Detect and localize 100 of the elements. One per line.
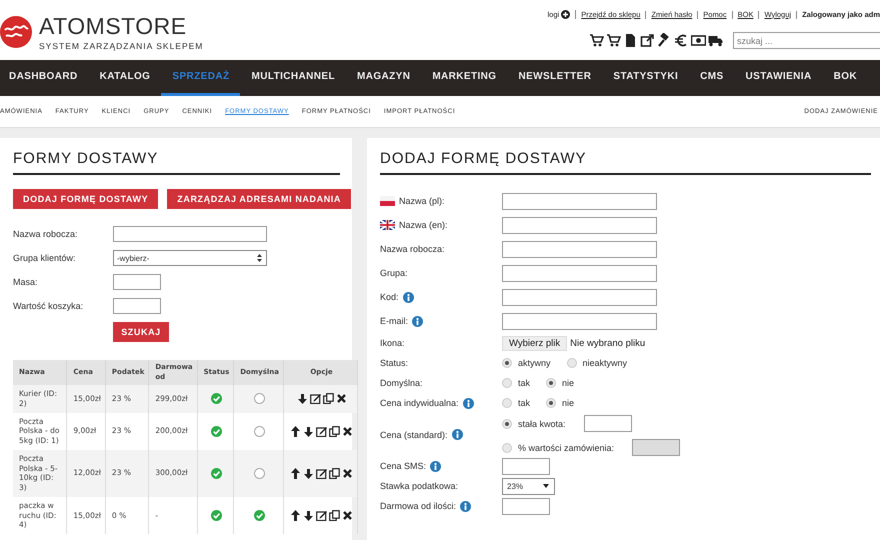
field-label: Nazwa robocza: bbox=[13, 229, 79, 239]
edit-icon[interactable] bbox=[310, 393, 320, 404]
poland-flag-icon bbox=[380, 196, 395, 206]
nav-tab[interactable]: KATALOG bbox=[88, 60, 162, 96]
radio-button[interactable] bbox=[502, 378, 512, 388]
option-label: nie bbox=[562, 398, 574, 408]
field-label: Darmowa od ilości: bbox=[380, 501, 456, 511]
field-label: Cena indywidualna: bbox=[380, 398, 459, 408]
cart-icon[interactable] bbox=[606, 33, 621, 48]
caret-down-icon bbox=[543, 484, 549, 488]
banknote-icon[interactable] bbox=[691, 33, 706, 48]
text-field[interactable] bbox=[502, 288, 657, 306]
union-flag-icon bbox=[380, 220, 395, 230]
copy-icon[interactable] bbox=[322, 393, 334, 404]
text-field[interactable] bbox=[502, 458, 550, 474]
panel-title: DODAJ FORMĘ DOSTAWY bbox=[380, 150, 871, 175]
document-icon[interactable] bbox=[623, 33, 638, 48]
delete-icon[interactable] bbox=[342, 426, 353, 437]
radio-button[interactable] bbox=[502, 358, 512, 368]
field-label: Ikona: bbox=[380, 338, 405, 348]
delete-icon[interactable] bbox=[336, 393, 346, 404]
action-button[interactable]: ZARZĄDZAJ ADRESAMI NADANIA bbox=[167, 189, 352, 209]
file-status: Nie wybrano pliku bbox=[570, 338, 646, 348]
field-label: Nazwa (en): bbox=[399, 220, 448, 230]
text-field[interactable] bbox=[502, 216, 657, 234]
default-radio-icon[interactable] bbox=[254, 426, 266, 437]
radio-button[interactable] bbox=[546, 378, 556, 388]
field-label: Cena SMS: bbox=[380, 461, 426, 471]
euro-icon[interactable] bbox=[674, 33, 689, 48]
arrow-up-icon[interactable] bbox=[290, 468, 301, 479]
radio-button[interactable] bbox=[502, 418, 512, 428]
nav-tab[interactable]: DASHBOARD bbox=[0, 60, 89, 96]
delete-icon[interactable] bbox=[342, 468, 353, 479]
copy-icon[interactable] bbox=[329, 510, 340, 521]
arrow-down-icon[interactable] bbox=[303, 510, 314, 521]
copy-icon[interactable] bbox=[329, 468, 340, 479]
file-button[interactable]: Wybierz plik bbox=[502, 336, 568, 350]
field-label: Masa: bbox=[13, 277, 39, 287]
arrow-up-icon[interactable] bbox=[290, 510, 301, 521]
search-button[interactable]: SZUKAJ bbox=[113, 322, 169, 342]
default-radio-icon[interactable] bbox=[254, 468, 266, 479]
nav-tab[interactable]: USTAWIENIA bbox=[734, 60, 823, 96]
nav-tab[interactable]: MAGAZYN bbox=[346, 60, 422, 96]
text-field[interactable] bbox=[502, 264, 657, 282]
brand-tagline: SYSTEM ZARZĄDZANIA SKLEPEM bbox=[39, 40, 204, 50]
select-field[interactable]: 23% bbox=[502, 478, 555, 494]
sort-caret-icon bbox=[257, 254, 262, 262]
nav-tab[interactable]: NEWSLETTER bbox=[507, 60, 602, 96]
action-button[interactable]: DODAJ FORMĘ DOSTAWY bbox=[13, 189, 158, 209]
field-label: E-mail: bbox=[380, 316, 408, 326]
radio-button[interactable] bbox=[502, 398, 512, 408]
option-label: nieaktywny bbox=[582, 358, 628, 368]
truck-icon[interactable] bbox=[708, 33, 723, 48]
select-field[interactable]: -wybierz- bbox=[113, 250, 267, 266]
brand-name: ATOMSTORE bbox=[39, 14, 188, 38]
arrow-up-icon[interactable] bbox=[290, 426, 301, 437]
option-label: tak bbox=[518, 398, 530, 408]
text-field[interactable] bbox=[113, 298, 161, 314]
nav-tab[interactable]: MULTICHANNEL bbox=[240, 60, 346, 96]
search-field[interactable]: szukaj ... bbox=[733, 32, 880, 49]
text-field[interactable] bbox=[502, 192, 657, 210]
default-radio-icon[interactable] bbox=[254, 393, 266, 404]
edit-icon[interactable] bbox=[316, 468, 327, 479]
nav-tab[interactable]: BOK bbox=[822, 60, 868, 96]
plus-circle-icon[interactable] bbox=[561, 10, 570, 19]
nav-tab[interactable]: CMS bbox=[689, 60, 735, 96]
radio-button[interactable] bbox=[566, 358, 577, 368]
text-field[interactable] bbox=[502, 498, 550, 514]
arrow-down-icon[interactable] bbox=[296, 393, 308, 404]
cart-icon[interactable] bbox=[589, 33, 604, 48]
panel-title: FORMY DOSTAWY bbox=[13, 150, 340, 175]
text-field[interactable] bbox=[502, 240, 657, 258]
field-label: Domyślna: bbox=[380, 378, 423, 388]
field-label: Grupa klientów: bbox=[13, 253, 77, 263]
copy-icon[interactable] bbox=[329, 426, 340, 437]
field-label: Nazwa robocza: bbox=[380, 244, 445, 254]
field-label: Nazwa (pl): bbox=[399, 196, 445, 206]
text-field[interactable] bbox=[113, 274, 161, 290]
arrow-down-icon[interactable] bbox=[303, 426, 314, 437]
option-label: stała kwota: bbox=[518, 418, 566, 428]
edit-icon[interactable] bbox=[316, 426, 327, 437]
field-label: Cena (standard): bbox=[380, 430, 448, 440]
nav-tab[interactable]: MARKETING bbox=[421, 60, 508, 96]
nav-tab[interactable]: STATYSTYKI bbox=[602, 60, 690, 96]
text-field[interactable] bbox=[584, 415, 632, 432]
option-label: tak bbox=[518, 378, 530, 388]
option-label: aktywny bbox=[518, 358, 551, 368]
field-label: Wartość koszyka: bbox=[13, 301, 84, 311]
field-label: Status: bbox=[380, 358, 408, 368]
radio-button[interactable] bbox=[546, 398, 556, 408]
text-field[interactable] bbox=[502, 312, 657, 330]
share-icon[interactable] bbox=[640, 33, 655, 48]
delete-icon[interactable] bbox=[342, 510, 353, 521]
field-label: Kod: bbox=[380, 292, 399, 302]
option-label: % wartości zamówienia: bbox=[518, 442, 614, 452]
field-label: Stawka podatkowa: bbox=[380, 481, 458, 491]
arrow-down-icon[interactable] bbox=[303, 468, 314, 479]
option-label: nie bbox=[562, 378, 574, 388]
edit-icon[interactable] bbox=[316, 510, 327, 521]
text-field[interactable] bbox=[113, 226, 267, 242]
